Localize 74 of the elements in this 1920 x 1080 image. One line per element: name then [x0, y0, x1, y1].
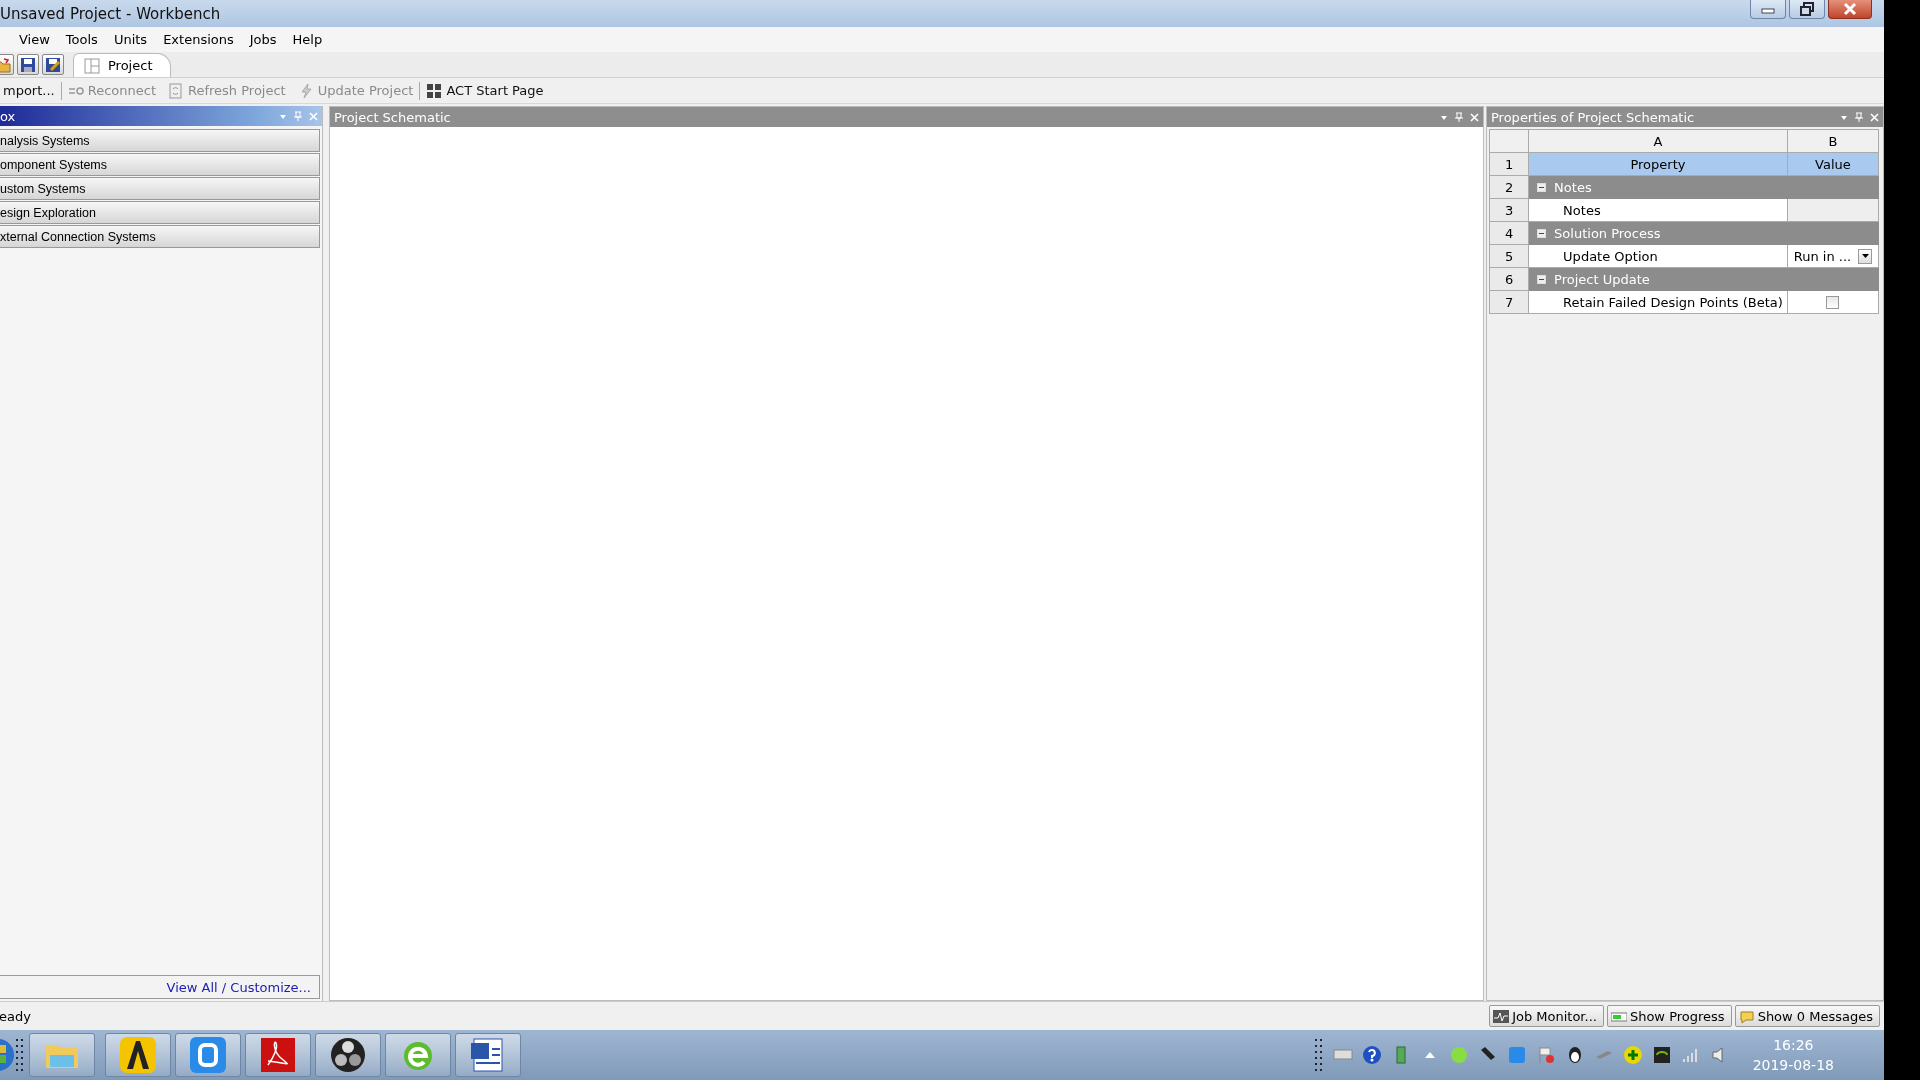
group-title: Solution Process: [1554, 225, 1661, 241]
close-icon[interactable]: [309, 111, 318, 121]
column-header: B: [1787, 129, 1879, 153]
menu-item[interactable]: Jobs: [241, 30, 285, 49]
close-icon[interactable]: [1870, 112, 1879, 122]
menu-item[interactable]: Help: [284, 30, 331, 49]
help-icon[interactable]: [1361, 1045, 1382, 1065]
column-title: Property: [1528, 152, 1788, 176]
menu-item[interactable]: Extensions: [155, 30, 242, 49]
rounded-app-icon: [188, 1035, 228, 1075]
recorder-app-icon: [328, 1035, 368, 1075]
grip-icon: [14, 1037, 25, 1073]
dropdown-icon[interactable]: [279, 112, 287, 120]
restore-button[interactable]: [1789, 0, 1825, 19]
row-number: 4: [1489, 221, 1529, 245]
gpu-icon[interactable]: [1651, 1045, 1672, 1065]
close-icon[interactable]: [1470, 112, 1479, 122]
panel-title: Properties of Project Schematic: [1491, 109, 1695, 125]
minimize-button[interactable]: [1750, 0, 1786, 19]
column-header: A: [1528, 129, 1788, 153]
collapse-icon[interactable]: [1537, 228, 1547, 238]
toolbar-button[interactable]: ACT Start Page: [420, 80, 550, 101]
menu-item[interactable]: View: [11, 30, 58, 49]
row-number: 6: [1489, 267, 1529, 291]
menu-item[interactable]: Units: [105, 30, 156, 49]
pin-icon[interactable]: [293, 111, 303, 121]
pdf-app-icon: [258, 1035, 298, 1075]
toolbox-group[interactable]: omponent Systems: [0, 153, 320, 176]
refresh-icon: [168, 82, 184, 99]
toolbox-group[interactable]: xternal Connection Systems: [0, 225, 320, 248]
layout-icon: [84, 57, 100, 74]
save-as-icon: [45, 56, 61, 73]
row-number: 1: [1489, 152, 1529, 176]
row-number: 3: [1489, 198, 1529, 222]
property-name: Retain Failed Design Points (Beta): [1528, 290, 1788, 314]
pin-icon[interactable]: [1454, 112, 1464, 122]
pin-icon[interactable]: [1854, 112, 1864, 122]
grid-icon: [426, 82, 443, 99]
close-icon: [1843, 2, 1857, 16]
menu-item[interactable]: Tools: [57, 30, 106, 49]
collapse-icon[interactable]: [1537, 182, 1547, 192]
dropdown-icon[interactable]: [1840, 113, 1848, 121]
status-text: eady: [0, 1008, 32, 1024]
taskbar-app[interactable]: [105, 1033, 171, 1077]
row-number: 5: [1489, 244, 1529, 268]
open-folder-icon: [0, 56, 11, 73]
toolbar-button[interactable]: mport...: [0, 81, 61, 100]
taskbar-app[interactable]: [315, 1033, 381, 1077]
save-icon: [20, 56, 36, 73]
dropdown-icon[interactable]: [1440, 113, 1448, 121]
save-as-button[interactable]: [42, 54, 64, 75]
property-name: Notes: [1528, 198, 1788, 222]
checkbox[interactable]: [1826, 295, 1840, 309]
save-button[interactable]: [17, 54, 39, 75]
collapse-icon[interactable]: [1537, 274, 1547, 284]
window-title: Unsaved Project - Workbench: [0, 4, 221, 23]
group-title: Notes: [1554, 179, 1592, 195]
property-name: Update Option: [1528, 244, 1788, 268]
row-number: 2: [1489, 175, 1529, 199]
caret-icon: [1861, 254, 1869, 258]
taskbar-app[interactable]: [455, 1033, 521, 1077]
panel-title: Project Schematic: [334, 109, 451, 125]
panel-title: ox: [0, 108, 16, 124]
toolbox-group[interactable]: nalysis Systems: [0, 129, 320, 152]
grip-icon: [1312, 1037, 1324, 1073]
close-button[interactable]: [1828, 0, 1872, 19]
toolbox-group[interactable]: esign Exploration: [0, 201, 320, 224]
group-title: Project Update: [1554, 271, 1650, 287]
row-number: 7: [1489, 290, 1529, 314]
restore-icon: [1800, 2, 1814, 16]
letter-a-app-icon: [118, 1035, 158, 1075]
toolbox-group[interactable]: ustom Systems: [0, 177, 320, 200]
plus-circle-icon[interactable]: [1622, 1045, 1643, 1065]
project-tab[interactable]: Project: [73, 53, 172, 77]
